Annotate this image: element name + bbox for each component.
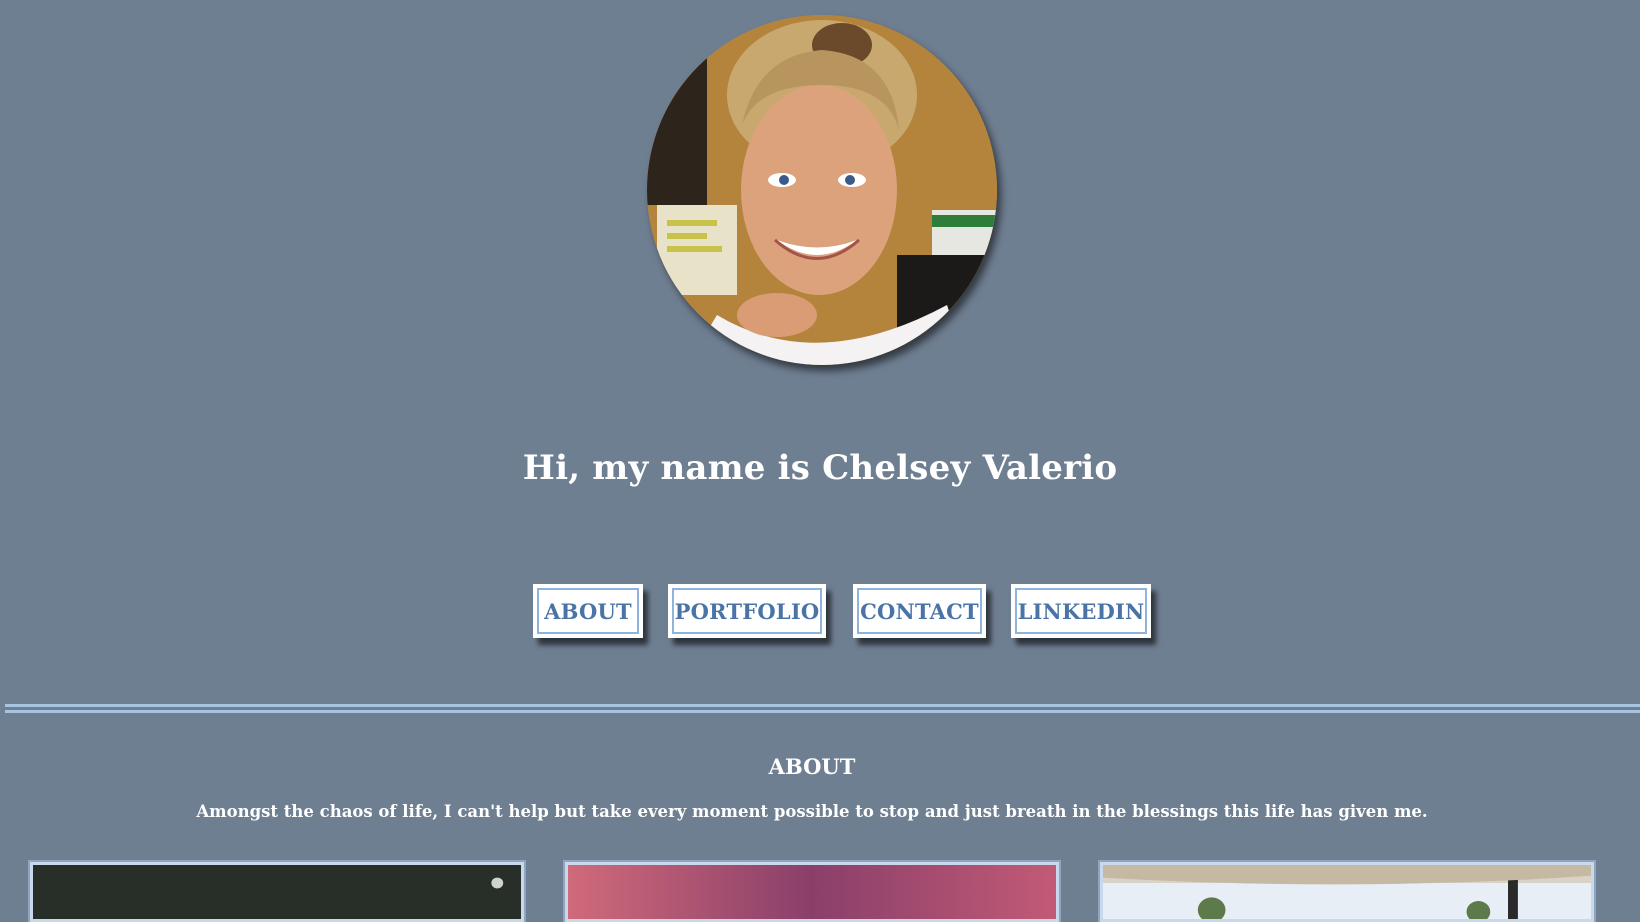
gallery-photo-2[interactable] [563,860,1061,922]
nav-about-button[interactable]: ABOUT [533,584,643,638]
nav-contact-button[interactable]: CONTACT [853,584,986,638]
gallery-photo-1[interactable] [28,860,526,922]
section-divider [5,704,1640,713]
profile-avatar [647,15,997,365]
page-title: Hi, my name is Chelsey Valerio [522,448,1118,488]
main-navigation: ABOUT PORTFOLIO CONTACT LINKEDIN [0,584,1640,642]
nav-linkedin-button[interactable]: LINKEDIN [1011,584,1151,638]
gallery-photo-3[interactable] [1098,860,1596,922]
about-heading: ABOUT [768,754,856,779]
profile-photo [647,15,997,365]
about-text: Amongst the chaos of life, I can't help … [196,802,1428,821]
nav-portfolio-button[interactable]: PORTFOLIO [668,584,826,638]
